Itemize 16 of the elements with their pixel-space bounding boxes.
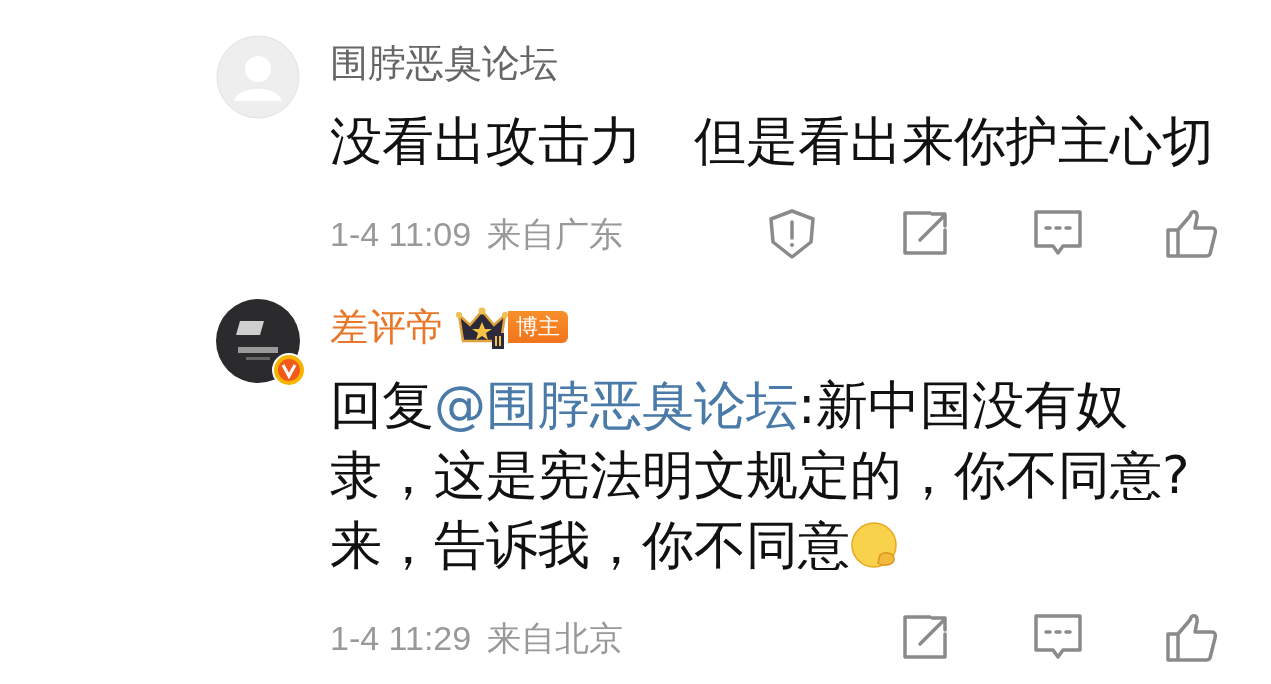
comment-text: 没看出攻击力 但是看出来你护主心切 <box>330 110 1215 173</box>
report-icon[interactable] <box>766 208 817 260</box>
role-tag: 博主 <box>508 311 568 343</box>
user-name[interactable]: 差评帝 <box>330 299 444 355</box>
comment-time: 1-4 11:09 <box>330 213 472 255</box>
like-icon[interactable] <box>1163 612 1218 664</box>
comment-icon[interactable] <box>1031 208 1084 258</box>
crown-icon <box>456 305 508 349</box>
comment-location: 来自广东 <box>487 213 624 255</box>
comment-location: 来自北京 <box>487 617 624 659</box>
comment-icon[interactable] <box>1031 612 1084 662</box>
like-icon[interactable] <box>1163 208 1218 260</box>
user-name[interactable]: 围脖恶臭论坛 <box>330 35 558 91</box>
mention-link[interactable]: @围脖恶臭论坛 <box>434 375 798 435</box>
comment-text: 回复@围脖恶臭论坛:新中国没有奴隶，这是宪法明文规定的，你不同意?来，告诉我，你不同意 <box>330 374 1191 577</box>
comment-time: 1-4 11:29 <box>330 617 472 659</box>
